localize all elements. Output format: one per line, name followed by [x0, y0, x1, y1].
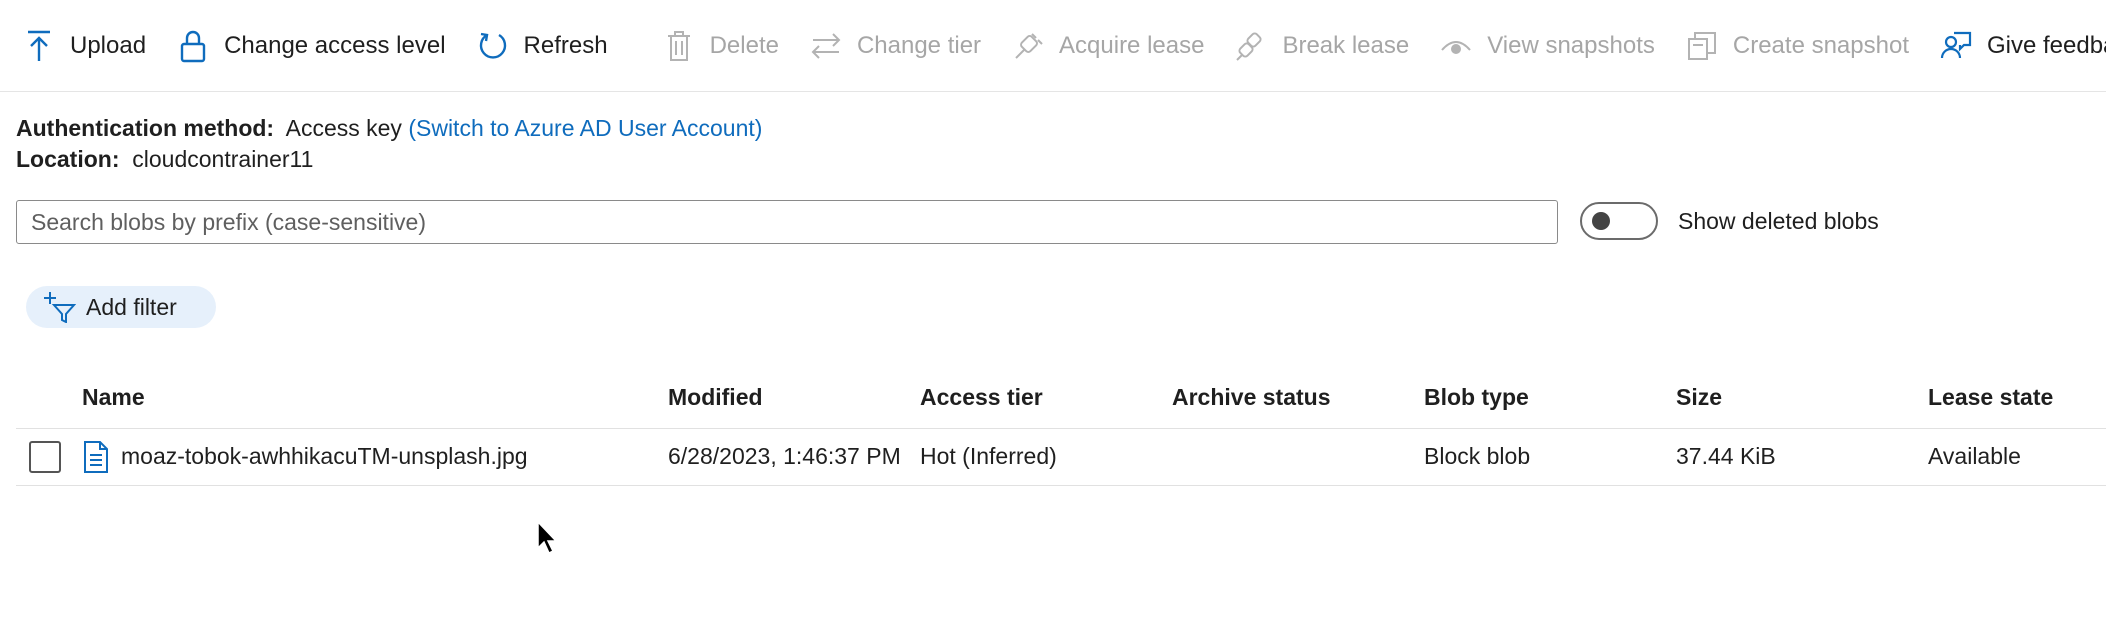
column-header-archive-status[interactable]: Archive status	[1172, 384, 1331, 411]
add-filter-icon	[44, 291, 76, 323]
view-snapshots-button[interactable]: View snapshots	[1439, 16, 1655, 76]
blob-size: 37.44 KiB	[1676, 443, 1776, 469]
column-header-modified[interactable]: Modified	[668, 384, 763, 411]
copy-icon	[1685, 29, 1719, 63]
refresh-button[interactable]: Refresh	[476, 16, 608, 76]
column-header-blob-type[interactable]: Blob type	[1424, 384, 1529, 411]
trash-icon	[662, 29, 696, 63]
auth-method-line: Authentication method: Access key (Switc…	[16, 115, 762, 142]
eye-icon	[1439, 29, 1473, 63]
delete-button[interactable]: Delete	[662, 16, 779, 76]
upload-label: Upload	[70, 31, 147, 59]
blob-table: Name Modified Access tier Archive status…	[16, 372, 2106, 486]
row-checkbox[interactable]	[29, 441, 61, 473]
switch-auth-link[interactable]: (Switch to Azure AD User Account)	[408, 115, 762, 141]
location-label: Location:	[16, 146, 120, 172]
upload-button[interactable]: Upload	[22, 16, 146, 76]
table-header: Name Modified Access tier Archive status…	[16, 372, 2106, 429]
view-snapshots-label: View snapshots	[1487, 31, 1655, 59]
create-snapshot-label: Create snapshot	[1732, 31, 1909, 59]
show-deleted-blobs-toggle[interactable]	[1580, 202, 1658, 240]
toggle-knob	[1592, 212, 1610, 230]
delete-label: Delete	[709, 31, 779, 59]
change-tier-button[interactable]: Change tier	[809, 16, 981, 76]
refresh-label: Refresh	[523, 31, 608, 59]
blob-access-tier: Hot (Inferred)	[920, 443, 1057, 469]
acquire-lease-button[interactable]: Acquire lease	[1011, 16, 1204, 76]
blob-lease-state: Available	[1928, 443, 2021, 469]
location-line: Location: cloudcontrainer11	[16, 146, 313, 173]
add-filter-label: Add filter	[86, 293, 177, 320]
column-header-name[interactable]: Name	[82, 384, 145, 411]
give-feedback-label: Give feedback	[1986, 31, 2106, 59]
search-blobs-input[interactable]	[16, 200, 1558, 244]
blob-type: Block blob	[1424, 443, 1531, 469]
location-value: cloudcontrainer11	[132, 146, 314, 172]
column-header-access-tier[interactable]: Access tier	[920, 384, 1043, 411]
refresh-icon	[476, 29, 510, 63]
change-tier-label: Change tier	[856, 31, 982, 59]
blob-modified: 6/28/2023, 1:46:37 PM	[668, 443, 901, 469]
change-access-level-label: Change access level	[224, 31, 446, 59]
document-icon	[83, 441, 109, 473]
add-filter-button[interactable]: Add filter	[26, 286, 216, 328]
create-snapshot-button[interactable]: Create snapshot	[1685, 16, 1909, 76]
give-feedback-button[interactable]: Give feedback	[1939, 16, 2106, 76]
feedback-icon	[1939, 29, 1973, 63]
column-header-size[interactable]: Size	[1676, 384, 1722, 411]
break-lease-label: Break lease	[1282, 31, 1410, 59]
command-bar: Upload Change access level Refresh Delet…	[0, 0, 2106, 92]
table-row[interactable]: moaz-tobok-awhhikacuTM-unsplash.jpg 6/28…	[16, 429, 2106, 486]
blob-name-link[interactable]: moaz-tobok-awhhikacuTM-unsplash.jpg	[121, 443, 528, 470]
lock-icon	[176, 29, 210, 63]
mouse-cursor-icon	[537, 520, 558, 555]
break-lease-button[interactable]: Break lease	[1234, 16, 1409, 76]
auth-method-label: Authentication method:	[16, 115, 275, 141]
acquire-lease-label: Acquire lease	[1059, 31, 1205, 59]
auth-method-value: Access key	[285, 115, 402, 141]
upload-icon	[22, 29, 56, 63]
show-deleted-blobs-label: Show deleted blobs	[1678, 208, 1879, 234]
plug-icon	[1011, 29, 1045, 63]
column-header-lease-state[interactable]: Lease state	[1928, 384, 2053, 411]
change-access-level-button[interactable]: Change access level	[176, 16, 446, 76]
swap-arrows-icon	[809, 29, 843, 63]
unplug-icon	[1234, 29, 1268, 63]
